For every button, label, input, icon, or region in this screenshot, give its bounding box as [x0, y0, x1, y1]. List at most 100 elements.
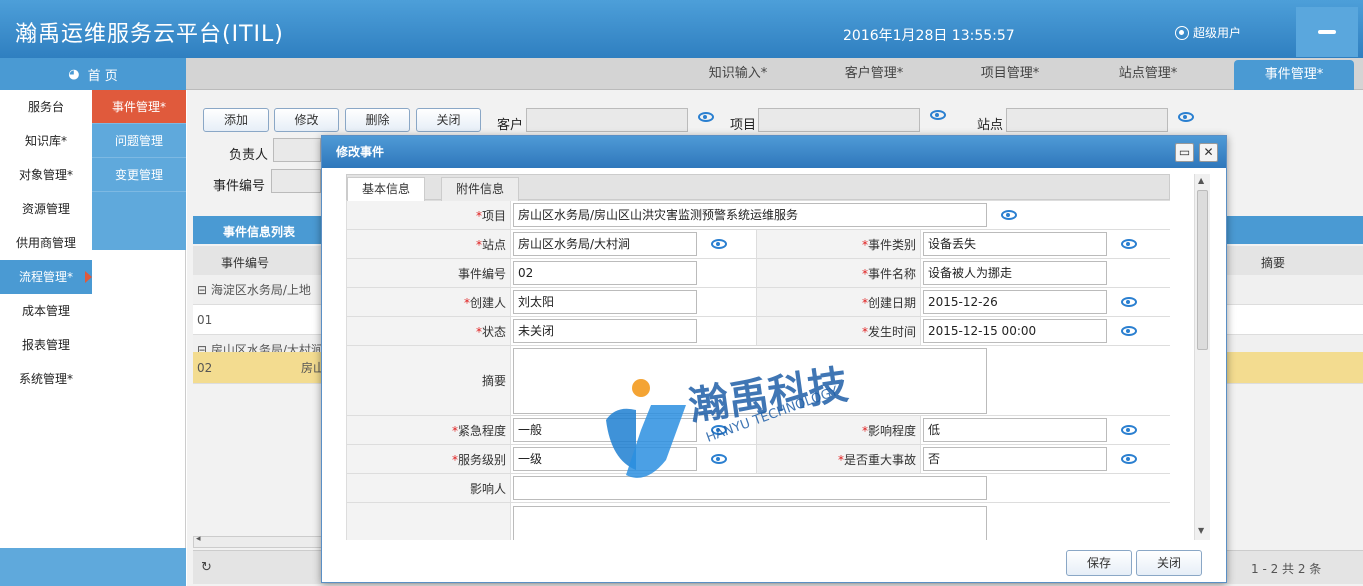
- owner-field[interactable]: [273, 138, 321, 162]
- customer-lookup-icon[interactable]: [698, 112, 714, 122]
- event-type-lookup-icon[interactable]: [1121, 239, 1137, 249]
- scroll-left-icon[interactable]: ◂: [196, 534, 201, 544]
- event-form: *项目 房山区水务局/房山区山洪灾害监测预警系统运维服务 *站点 房山区水务局/…: [346, 200, 1170, 540]
- site-label: 站点: [481, 237, 506, 252]
- impact-field[interactable]: 低: [923, 418, 1107, 442]
- submenu-event[interactable]: 事件管理*: [92, 90, 186, 124]
- event-name-label: 事件名称: [867, 266, 916, 281]
- major-incident-field[interactable]: 否: [923, 447, 1107, 471]
- event-no-field[interactable]: 02: [513, 261, 697, 285]
- create-date-label: 创建日期: [867, 295, 916, 310]
- horizontal-scrollbar[interactable]: ◂: [193, 534, 323, 548]
- edit-event-dialog: 修改事件 ▭ ✕ 基本信息 附件信息 *项目 房山区水务局/房山区山洪灾害监测预…: [321, 135, 1227, 583]
- event-name-field[interactable]: 设备被人为挪走: [923, 261, 1107, 285]
- tab-knowledge-input[interactable]: 知识输入*: [680, 58, 796, 90]
- col-event-no[interactable]: 事件编号: [221, 254, 269, 271]
- project-lookup-icon[interactable]: [1001, 210, 1017, 220]
- site-field[interactable]: [1006, 108, 1168, 132]
- event-no-label: 事件编号: [213, 179, 266, 194]
- sidebar-item-system[interactable]: 系统管理*: [0, 362, 92, 396]
- dialog-close-button[interactable]: 关闭: [1136, 550, 1202, 576]
- affected-field[interactable]: [513, 476, 987, 500]
- sidebar-item-process[interactable]: 流程管理*: [0, 260, 92, 294]
- sidebar-item-reports[interactable]: 报表管理: [0, 328, 92, 362]
- tab-site[interactable]: 站点管理*: [1090, 58, 1206, 90]
- tab-attachments[interactable]: 附件信息: [441, 177, 520, 201]
- pager-info: 1 - 2 共 2 条: [1251, 562, 1322, 576]
- delete-button[interactable]: 删除: [345, 108, 410, 132]
- dialog-body: 基本信息 附件信息 *项目 房山区水务局/房山区山洪灾害监测预警系统运维服务 *…: [346, 174, 1170, 540]
- col-summary[interactable]: 摘要: [1261, 254, 1285, 271]
- project-field[interactable]: [758, 108, 920, 132]
- minimize-icon: [1318, 30, 1336, 34]
- notes-textarea[interactable]: [513, 505, 987, 540]
- major-incident-lookup-icon[interactable]: [1121, 454, 1137, 464]
- user-menu[interactable]: 超级用户: [1175, 24, 1241, 41]
- sidebar-footer: [0, 548, 186, 586]
- tab-customer[interactable]: 客户管理*: [816, 58, 932, 90]
- app-title: 瀚禹运维服务云平台(ITIL): [15, 22, 284, 47]
- create-date-field[interactable]: 2015-12-26: [923, 290, 1107, 314]
- impact-label: 影响程度: [867, 423, 916, 438]
- save-button[interactable]: 保存: [1066, 550, 1132, 576]
- sidebar-main: 服务台 知识库* 对象管理* 资源管理 供用商管理 流程管理* 成本管理 报表管…: [0, 90, 92, 396]
- sidebar-item-knowledge[interactable]: 知识库*: [0, 124, 92, 158]
- scroll-up-icon[interactable]: ▲: [1198, 176, 1204, 185]
- home-tab[interactable]: ◕ 首 页: [0, 58, 186, 90]
- sidebar-item-suppliers[interactable]: 供用商管理: [0, 226, 92, 260]
- customer-label: 客户: [497, 118, 524, 133]
- occur-time-label: 发生时间: [867, 324, 916, 339]
- user-icon: [1175, 25, 1189, 40]
- edit-button[interactable]: 修改: [274, 108, 339, 132]
- status-field[interactable]: 未关闭: [513, 319, 697, 343]
- project-field[interactable]: 房山区水务局/房山区山洪灾害监测预警系统运维服务: [513, 203, 987, 227]
- customer-field[interactable]: [526, 108, 688, 132]
- event-type-field[interactable]: 设备丢失: [923, 232, 1107, 256]
- home-icon: ◕: [68, 66, 80, 82]
- site-field[interactable]: 房山区水务局/大村涧: [513, 232, 697, 256]
- add-button[interactable]: 添加: [203, 108, 269, 132]
- occur-time-field[interactable]: 2015-12-15 00:00: [923, 319, 1107, 343]
- row-event-no: 01: [197, 313, 213, 327]
- submenu-problem[interactable]: 问题管理: [92, 124, 186, 158]
- sidebar-item-objects[interactable]: 对象管理*: [0, 158, 92, 192]
- scroll-thumb[interactable]: [1197, 190, 1208, 350]
- menu-toggle-button[interactable]: [1296, 7, 1358, 57]
- refresh-icon[interactable]: ↻: [201, 560, 212, 575]
- row-event-no: 02: [197, 361, 213, 375]
- event-no-field[interactable]: [271, 169, 321, 193]
- scroll-down-icon[interactable]: ▼: [1198, 526, 1204, 535]
- submenu-change[interactable]: 变更管理: [92, 158, 186, 192]
- summary-label: 摘要: [481, 374, 506, 388]
- home-label: 首 页: [87, 68, 118, 84]
- sidebar-submenu: 事件管理* 问题管理 变更管理: [92, 90, 186, 250]
- create-date-picker-icon[interactable]: [1121, 297, 1137, 307]
- site-lookup-icon[interactable]: [711, 239, 727, 249]
- sidebar: 服务台 知识库* 对象管理* 资源管理 供用商管理 流程管理* 成本管理 报表管…: [0, 90, 186, 586]
- sidebar-item-service-desk[interactable]: 服务台: [0, 90, 92, 124]
- urgency-field[interactable]: 一般: [513, 418, 697, 442]
- tab-event[interactable]: 事件管理*: [1234, 60, 1354, 90]
- service-level-lookup-icon[interactable]: [711, 454, 727, 464]
- event-no-label: 事件编号: [457, 266, 506, 281]
- close-dialog-icon[interactable]: ✕: [1199, 143, 1218, 162]
- dialog-scrollbar[interactable]: ▲ ▼: [1194, 174, 1210, 540]
- tab-basic-info[interactable]: 基本信息: [347, 177, 426, 201]
- tab-project[interactable]: 项目管理*: [952, 58, 1068, 90]
- sidebar-item-cost[interactable]: 成本管理: [0, 294, 92, 328]
- occur-time-picker-icon[interactable]: [1121, 326, 1137, 336]
- minimize-dialog-icon[interactable]: ▭: [1175, 143, 1194, 162]
- urgency-lookup-icon[interactable]: [711, 425, 727, 435]
- site-lookup-icon[interactable]: [1178, 112, 1194, 122]
- close-button[interactable]: 关闭: [416, 108, 481, 132]
- creator-field[interactable]: 刘太阳: [513, 290, 697, 314]
- creator-label: 创建人: [469, 295, 506, 310]
- summary-textarea[interactable]: [513, 347, 987, 414]
- service-level-field[interactable]: 一级: [513, 447, 697, 471]
- project-label: 项目: [730, 118, 757, 133]
- project-lookup-icon[interactable]: [930, 110, 946, 120]
- impact-lookup-icon[interactable]: [1121, 425, 1137, 435]
- affected-label: 影响人: [469, 481, 506, 496]
- sidebar-item-resources[interactable]: 资源管理: [0, 192, 92, 226]
- dialog-title: 修改事件: [336, 145, 385, 159]
